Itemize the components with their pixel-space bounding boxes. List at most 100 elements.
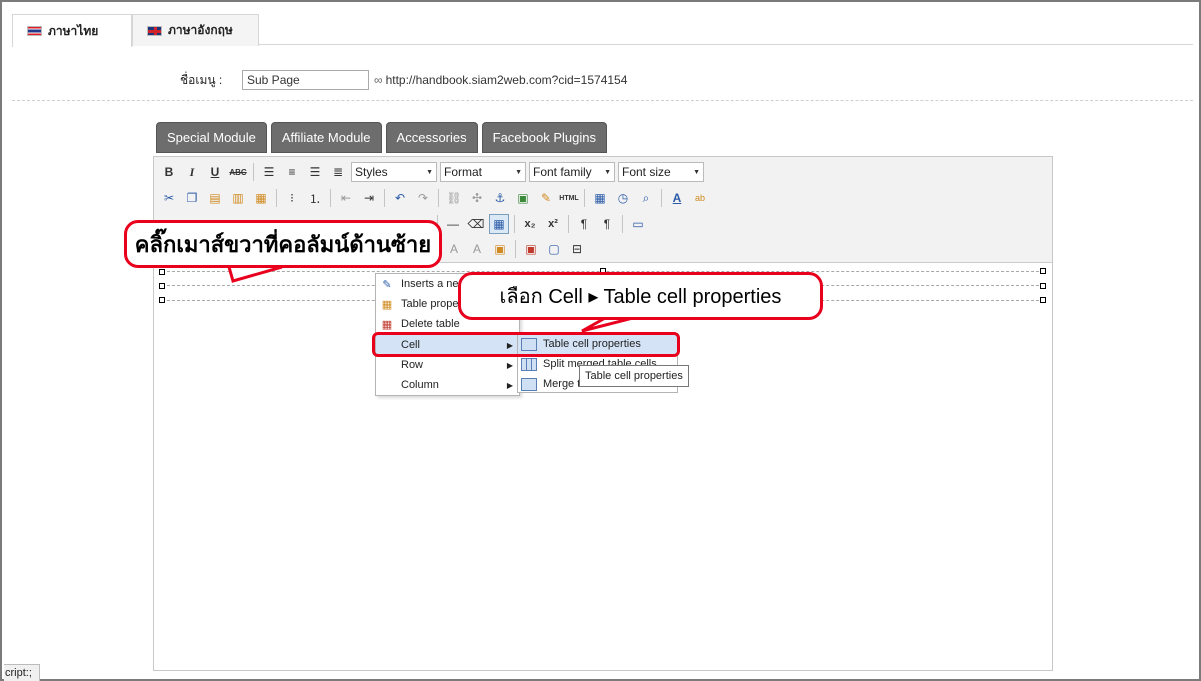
toolbar-row-2: ✂ ❐ ▤ ▥ ▦ ⁝ ⒈ ⇤ ⇥ ↶ ↷ ⛓ ✣ ⚓ ▣ ✎ HTML ▦ ◷… [159, 187, 710, 209]
subscript-icon[interactable]: x₂ [520, 214, 540, 234]
remove-format-icon[interactable]: ⌫ [466, 214, 486, 234]
toolbar-separator [276, 189, 277, 207]
toolbar-separator [438, 189, 439, 207]
html-source-icon[interactable]: HTML [559, 188, 579, 208]
fullscreen-icon[interactable]: ▭ [628, 214, 648, 234]
italic-icon[interactable]: I [182, 162, 202, 182]
menu-name-input[interactable] [242, 70, 369, 90]
submenu-arrow-icon: ▶ [506, 340, 513, 350]
language-tabbar: ภาษาไทย ภาษาอังกฤษ [12, 12, 1193, 47]
resize-handle[interactable] [1040, 283, 1046, 289]
indent-icon[interactable]: ⇥ [359, 188, 379, 208]
nonbreaking-icon[interactable]: ▣ [521, 239, 541, 259]
horizontal-rule-icon[interactable]: — [443, 214, 463, 234]
affiliate-module-button[interactable]: Affiliate Module [270, 122, 382, 153]
status-bar: cript:; [4, 664, 40, 681]
copy-icon[interactable]: ❐ [182, 188, 202, 208]
accessories-button[interactable]: Accessories [385, 122, 478, 153]
section-divider [12, 100, 1193, 101]
insert-time-icon[interactable]: ◷ [613, 188, 633, 208]
align-justify-icon[interactable]: ≣ [328, 162, 348, 182]
uk-flag-icon [147, 25, 162, 36]
toolbar-separator [661, 189, 662, 207]
cleanup-icon[interactable]: ✎ [536, 188, 556, 208]
insert-table-icon: ✎ [382, 278, 392, 291]
strikethrough-icon[interactable]: ABC [228, 162, 248, 182]
anchor-icon[interactable]: ⚓ [490, 188, 510, 208]
font-size-select[interactable]: Font size ▼ [618, 162, 704, 182]
align-left-icon[interactable]: ☰ [259, 162, 279, 182]
ctx-row[interactable]: Row ▶ [376, 355, 519, 375]
superscript-icon[interactable]: x² [543, 214, 563, 234]
split-cells-icon [521, 357, 537, 371]
preview-icon[interactable]: ⌕ [636, 188, 656, 208]
ctx-column[interactable]: Column ▶ [376, 375, 519, 395]
submenu-arrow-icon: ▶ [506, 380, 513, 390]
toolbar-row-4: A A ▣ ▣ ▢ ⊟ [444, 238, 587, 260]
outdent-icon[interactable]: ⇤ [336, 188, 356, 208]
special-module-button[interactable]: Special Module [156, 122, 267, 153]
window-frame: ภาษาไทย ภาษาอังกฤษ ชื่อเมนู : ∞ http://h… [0, 0, 1201, 681]
text-color-icon[interactable]: A [667, 188, 687, 208]
bold-icon[interactable]: B [159, 162, 179, 182]
underline-icon[interactable]: U [205, 162, 225, 182]
toolbar-separator [330, 189, 331, 207]
thai-flag-icon [27, 26, 42, 36]
highlight-color-icon[interactable]: ab [690, 188, 710, 208]
cut-icon[interactable]: ✂ [159, 188, 179, 208]
image-icon[interactable]: ▣ [513, 188, 533, 208]
layer-icon[interactable]: ▢ [544, 239, 564, 259]
align-right-icon[interactable]: ☰ [305, 162, 325, 182]
tab-thai-label: ภาษาไทย [48, 23, 99, 38]
page-break-icon[interactable]: ⊟ [567, 239, 587, 259]
toolbar-separator [568, 215, 569, 233]
table-properties-icon: ▦ [381, 298, 393, 311]
toolbar-separator [622, 215, 623, 233]
instruction-callout-right: เลือก Cell ▸ Table cell properties [458, 272, 823, 320]
numbered-list-icon[interactable]: ⒈ [305, 188, 325, 208]
paste-word-icon[interactable]: ▦ [251, 188, 271, 208]
sub-table-cell-properties[interactable]: Table cell properties [518, 334, 677, 354]
resize-handle[interactable] [1040, 268, 1046, 274]
format-select[interactable]: Format ▼ [440, 162, 526, 182]
table-grid-icon[interactable]: ▦ [489, 214, 509, 234]
paste-text-icon[interactable]: ▥ [228, 188, 248, 208]
ctx-cell[interactable]: Cell ▶ [376, 335, 519, 355]
toolbar-separator [384, 189, 385, 207]
tab-english[interactable]: ภาษาอังกฤษ [132, 14, 259, 46]
bullet-list-icon[interactable]: ⁝ [282, 188, 302, 208]
menu-name-label: ชื่อเมนู : [180, 72, 223, 87]
style-props-icon[interactable]: A [444, 239, 464, 259]
ltr-icon[interactable]: ¶ [574, 214, 594, 234]
resize-handle[interactable] [159, 283, 165, 289]
paste-icon[interactable]: ▤ [205, 188, 225, 208]
submenu-arrow-icon: ▶ [506, 360, 513, 370]
toolbar-separator [584, 189, 585, 207]
menu-name-row: ชื่อเมนู : ∞ http://handbook.siam2web.co… [180, 70, 627, 90]
link-icon: ∞ [374, 73, 383, 87]
unlink-icon[interactable]: ✣ [467, 188, 487, 208]
cell-properties-icon [521, 337, 537, 351]
toolbar-separator [515, 240, 516, 258]
toolbar-row-1: B I U ABC ☰ ≡ ☰ ≣ Styles ▼ Format ▼ Font f… [159, 161, 704, 183]
insert-date-icon[interactable]: ▦ [590, 188, 610, 208]
resize-handle[interactable] [1040, 297, 1046, 303]
font-family-select[interactable]: Font family ▼ [529, 162, 615, 182]
module-button-bar: Special Module Affiliate Module Accessor… [156, 122, 607, 153]
toolbar-separator [253, 163, 254, 181]
facebook-plugins-button[interactable]: Facebook Plugins [481, 122, 607, 153]
menu-url[interactable]: http://handbook.siam2web.com?cid=1574154 [386, 73, 628, 87]
rtl-icon[interactable]: ¶ [597, 214, 617, 234]
resize-handle[interactable] [159, 297, 165, 303]
template-icon[interactable]: ▣ [490, 239, 510, 259]
styles-select[interactable]: Styles ▼ [351, 162, 437, 182]
instruction-callout-left: คลิ๊กเมาส์ขวาที่คอลัมน์ด้านซ้าย [124, 220, 442, 268]
delete-table-icon: ▦ [381, 318, 393, 331]
attributes-icon[interactable]: A [467, 239, 487, 259]
resize-handle[interactable] [159, 269, 165, 275]
redo-icon[interactable]: ↷ [413, 188, 433, 208]
link-insert-icon[interactable]: ⛓ [444, 188, 464, 208]
tab-thai[interactable]: ภาษาไทย [12, 14, 132, 47]
undo-icon[interactable]: ↶ [390, 188, 410, 208]
align-center-icon[interactable]: ≡ [282, 162, 302, 182]
